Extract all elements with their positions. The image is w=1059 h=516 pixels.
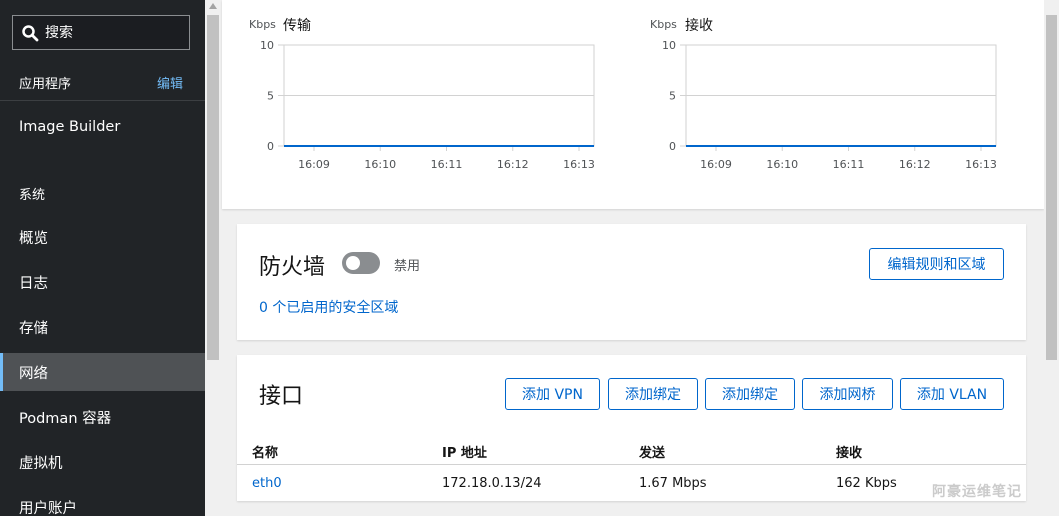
sidebar-divider: [0, 100, 205, 101]
sidebar-item-logs[interactable]: 日志: [0, 263, 205, 301]
x-tick-label: 16:09: [298, 158, 330, 171]
sidebar-scroll-thumb[interactable]: [207, 15, 219, 360]
receive-unit-label: Kbps: [650, 18, 677, 31]
x-tick-label: 16:12: [899, 158, 931, 171]
y-tick-label: 10: [260, 39, 274, 52]
column-header-send[interactable]: 发送: [639, 439, 665, 464]
column-header-name[interactable]: 名称: [252, 439, 278, 464]
add-bond-button[interactable]: 添加绑定: [608, 378, 698, 410]
sidebar-item-image-builder[interactable]: Image Builder: [0, 108, 205, 146]
y-tick-label: 5: [267, 90, 274, 103]
sidebar-item-networking[interactable]: 网络: [0, 353, 205, 391]
interface-send-rate: 1.67 Mbps: [639, 475, 707, 491]
x-tick-label: 16:13: [965, 158, 997, 171]
transmit-chart-title: 传输: [283, 18, 311, 34]
sidebar-item-virtual-machines[interactable]: 虚拟机: [0, 443, 205, 481]
toggle-knob: [346, 256, 360, 270]
system-section-header: 系统: [0, 183, 205, 203]
apps-edit-link[interactable]: 编辑: [157, 73, 183, 92]
watermark: 阿豪运维笔记: [932, 484, 1022, 500]
add-bridge-button[interactable]: 添加网桥: [802, 378, 893, 410]
active-zones-link[interactable]: 0 个已启用的安全区域: [259, 297, 398, 317]
y-tick-label: 10: [662, 39, 676, 52]
firewall-toggle[interactable]: [342, 252, 380, 274]
sidebar-item-storage[interactable]: 存储: [0, 308, 205, 346]
sidebar-item-podman[interactable]: Podman 容器: [0, 398, 205, 436]
interface-name-link[interactable]: eth0: [252, 466, 282, 500]
transmit-unit-label: Kbps: [249, 18, 276, 31]
apps-section-header: 应用程序 编辑: [0, 72, 205, 92]
interface-ip: 172.18.0.13/24: [442, 475, 542, 491]
x-tick-label: 16:11: [431, 158, 463, 171]
x-tick-label: 16:09: [700, 158, 732, 171]
sidebar-scrollbar[interactable]: [205, 0, 221, 516]
add-vlan-button[interactable]: 添加 VLAN: [900, 378, 1004, 410]
x-tick-label: 16:12: [497, 158, 529, 171]
scroll-up-arrow-icon[interactable]: [209, 3, 217, 9]
interfaces-title: 接口: [259, 384, 304, 409]
network-traffic-card: Kbps 传输 0 5 10 16:09 16:10 16:11 16:12 16:13 Kb…: [222, 0, 1044, 209]
sidebar: 应用程序 编辑 Image Builder 系统 概览 日志 存储 网络 Pod…: [0, 0, 205, 516]
interface-receive-rate: 162 Kbps: [836, 475, 897, 491]
firewall-title: 防火墙: [259, 255, 326, 280]
page-scrollbar[interactable]: [1044, 0, 1059, 516]
x-tick-label: 16:10: [766, 158, 798, 171]
column-header-receive[interactable]: 接收: [836, 439, 862, 464]
interfaces-table-header: 名称 IP 地址 发送 接收: [237, 439, 1026, 465]
x-tick-label: 16:10: [364, 158, 396, 171]
search-icon: [22, 24, 39, 41]
page-scroll-thumb[interactable]: [1046, 15, 1057, 360]
y-tick-label: 0: [267, 140, 274, 153]
y-tick-label: 0: [669, 140, 676, 153]
receive-chart-title: 接收: [685, 18, 713, 34]
x-tick-label: 16:11: [833, 158, 865, 171]
add-team-button[interactable]: 添加绑定: [705, 378, 795, 410]
transmit-chart: 0 5 10 16:09 16:10 16:11 16:12 16:13: [260, 39, 595, 171]
column-header-ip[interactable]: IP 地址: [442, 439, 487, 464]
search-input[interactable]: [45, 24, 175, 41]
x-tick-label: 16:13: [563, 158, 595, 171]
receive-chart: 0 5 10 16:09 16:10 16:11 16:12 16:13: [662, 39, 997, 171]
interfaces-card: 接口 添加 VPN 添加绑定 添加绑定 添加网桥 添加 VLAN 名称 IP 地…: [237, 355, 1026, 501]
apps-header-label: 应用程序: [19, 76, 72, 92]
y-tick-label: 5: [669, 90, 676, 103]
system-header-label: 系统: [19, 187, 46, 203]
sidebar-item-accounts[interactable]: 用户账户: [0, 488, 205, 516]
edit-rules-zones-button[interactable]: 编辑规则和区域: [869, 248, 1004, 280]
add-vpn-button[interactable]: 添加 VPN: [505, 378, 600, 410]
firewall-toggle-label: 禁用: [394, 259, 421, 274]
sidebar-item-overview[interactable]: 概览: [0, 218, 205, 256]
search-box[interactable]: [12, 15, 190, 50]
table-row[interactable]: eth0 172.18.0.13/24 1.67 Mbps 162 Kbps: [237, 466, 1026, 500]
firewall-card: 防火墙 禁用 0 个已启用的安全区域 编辑规则和区域: [237, 224, 1026, 340]
